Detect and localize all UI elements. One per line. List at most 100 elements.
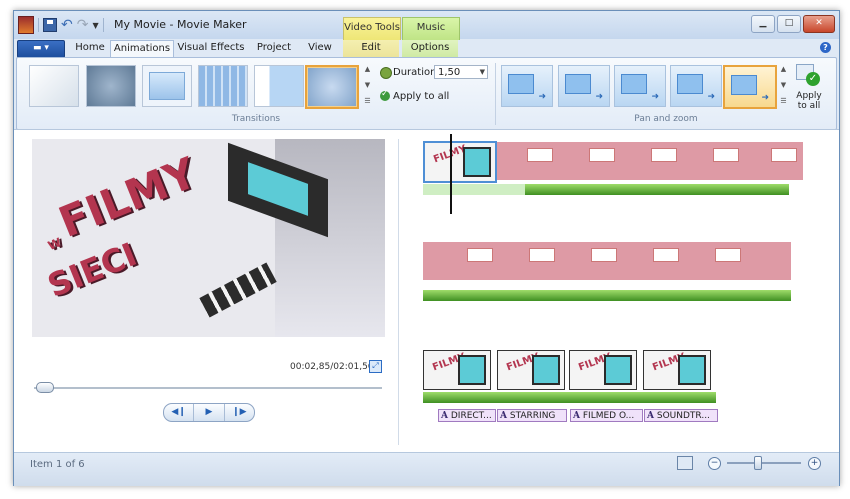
toolbar-separator [102,18,104,32]
save-icon[interactable] [43,18,57,32]
play-icon[interactable]: ▶ [194,404,225,421]
audio-track-segment[interactable] [423,184,525,195]
customize-toolbar-icon[interactable]: ▼ [92,21,98,30]
video-preview[interactable]: FILMY W SIECI [32,139,385,337]
tab-home[interactable]: Home [70,40,110,57]
caption-icon: A [573,411,580,421]
panzoom-group-label: Pan and zoom [634,114,698,124]
ribbon-panel: ▲ ▼ ☰ Duration: 1,50 ▼ Apply to all Tran… [16,57,837,130]
clip-thumbnail[interactable]: FILMY [569,350,637,390]
caption-text: SOUNDTR... [656,411,710,421]
pan-zoom-selected[interactable] [723,65,777,109]
scroll-up-icon[interactable]: ▲ [781,65,786,73]
apply-to-all-panzoom-icon[interactable]: ✓ [796,64,822,88]
waveform-track[interactable] [423,392,716,403]
app-menu-button[interactable]: ▬ ▾ [17,40,65,58]
caption-item[interactable]: A STARRING [497,409,567,422]
transition-crossfade[interactable] [86,65,136,107]
caption-text: STARRING [509,411,556,421]
strip-frame [467,248,493,262]
scroll-down-icon[interactable]: ▼ [781,81,786,89]
zoom-slider-track[interactable] [727,462,801,464]
pan-zoom-option-1[interactable] [501,65,553,107]
seek-bar-thumb[interactable] [36,382,54,393]
maximize-button[interactable]: □ [777,15,801,33]
zoom-out-icon[interactable]: − [708,457,721,470]
tab-project[interactable]: Project [251,40,297,57]
strip-frame [653,248,679,262]
waveform-track[interactable] [525,184,789,195]
fullscreen-icon[interactable]: ⤢ [369,360,382,373]
zoom-slider-thumb[interactable] [753,456,762,470]
film-strip-illustration [199,262,277,318]
tab-options[interactable]: Options [402,40,458,57]
duration-label: Duration: [393,67,440,78]
duration-select[interactable]: 1,50 ▼ [434,65,488,79]
playback-controls: ◀❙ ▶ ❙▶ [163,403,255,422]
tab-view[interactable]: View [302,40,338,57]
redo-icon[interactable]: ↷ [77,18,89,32]
chevron-down-icon: ▼ [479,68,485,76]
undo-icon[interactable]: ↶ [61,18,73,32]
caption-item[interactable]: A FILMED O... [570,409,643,422]
strip-frame [527,148,553,162]
storyboard-clip-1[interactable] [497,142,803,180]
checkmark-icon: ✓ [806,72,820,86]
transition-mosaic[interactable] [198,65,248,107]
caption-item[interactable]: A SOUNDTR... [644,409,718,422]
caption-item[interactable]: A DIRECT... [438,409,496,422]
thumbnail-size-icon[interactable] [677,456,693,470]
strip-frame [591,248,617,262]
playhead[interactable] [450,134,452,214]
strip-frame [529,248,555,262]
waveform-track[interactable] [423,290,791,301]
pan-zoom-option-4[interactable] [670,65,722,107]
pane-divider[interactable] [398,139,399,445]
transition-selected[interactable] [305,65,359,109]
gallery-more-icon[interactable]: ☰ [364,97,370,105]
transition-zoom[interactable] [142,65,192,107]
storyboard-clip-2[interactable] [423,242,791,280]
strip-frame [651,148,677,162]
apply-to-all-button[interactable]: Apply to all [393,91,449,102]
duration-clock-icon [380,67,392,79]
window-title: My Movie - Movie Maker [114,18,247,31]
tab-visual-effects[interactable]: Visual Effects [177,40,245,57]
scroll-up-icon[interactable]: ▲ [365,65,370,73]
clip-thumb-art [458,355,486,385]
tab-animations[interactable]: Animations [110,40,174,58]
close-button[interactable]: ✕ [803,15,835,33]
clip-thumbnail-selected[interactable]: FILMY [423,141,497,183]
next-frame-icon[interactable]: ❙▶ [225,404,254,421]
clip-thumbnail[interactable]: FILMY [497,350,565,390]
apply-to-all-panzoom-button[interactable]: Apply to all [792,91,826,111]
caption-text: FILMED O... [582,411,635,421]
previous-frame-icon[interactable]: ◀❙ [164,404,195,421]
movie-maker-app-icon[interactable] [18,16,34,34]
window-controls: ▁ □ ✕ [751,15,835,33]
video-tools-context-label: Video Tools [343,17,401,40]
transitions-gallery-scroll[interactable]: ▲ ▼ ☰ [363,65,372,105]
clip-thumb-art [604,355,632,385]
title-bar: ↶ ↷ ▼ My Movie - Movie Maker Video Tools… [14,11,839,53]
zoom-in-icon[interactable]: + [808,457,821,470]
panzoom-gallery-scroll[interactable]: ▲ ▼ ☰ [779,65,788,105]
clip-thumbnail[interactable]: FILMY [423,350,491,390]
transition-none[interactable] [29,65,79,107]
transition-page-turn[interactable] [254,65,304,107]
seek-bar-track[interactable] [34,387,382,389]
clip-thumb-art [532,355,560,385]
tab-edit[interactable]: Edit [343,40,399,57]
music-tools-context-label: Music Tools [402,17,460,53]
scroll-down-icon[interactable]: ▼ [365,81,370,89]
pan-zoom-option-3[interactable] [614,65,666,107]
preview-title-line2: W [45,235,64,253]
main-content: FILMY W SIECI 00:02,85/02:01,56 ⤢ ◀❙ ▶ ❙… [14,129,839,453]
pan-zoom-option-2[interactable] [558,65,610,107]
apply-to-all-icon[interactable] [380,89,390,101]
gallery-more-icon[interactable]: ☰ [780,97,786,105]
help-icon[interactable]: ? [820,42,831,53]
clip-thumbnail[interactable]: FILMY [643,350,711,390]
app-window: ↶ ↷ ▼ My Movie - Movie Maker Video Tools… [13,10,840,486]
minimize-button[interactable]: ▁ [751,15,775,33]
